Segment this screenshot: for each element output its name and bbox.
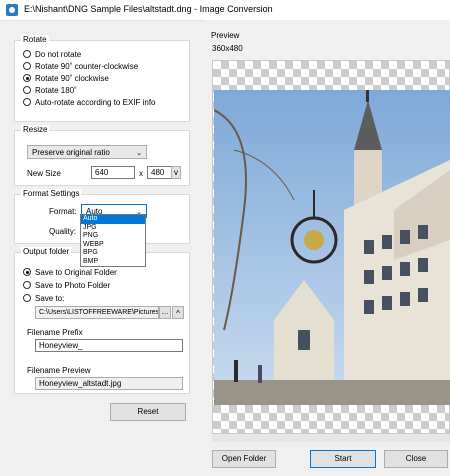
format-dropdown-list[interactable]: Auto JPG PNG WEBP BPG BMP — [80, 214, 146, 267]
radio-label: Do not rotate — [35, 49, 82, 59]
preview-photo-graphic — [214, 90, 450, 405]
save-to-path-input[interactable]: C:\Users\LISTOFFREEWARE\Pictures — [35, 306, 159, 319]
radio-indicator[interactable] — [23, 86, 31, 94]
width-input[interactable]: 640 — [91, 166, 135, 179]
preview-dimensions: 360x480 — [212, 44, 243, 53]
title-bar: E:\Nishant\DNG Sample Files\altstadt.dng… — [0, 0, 450, 21]
format-option-auto[interactable]: Auto — [81, 215, 145, 224]
radio-label: Save to: — [35, 293, 65, 303]
rotate-group-title: Rotate — [21, 35, 49, 44]
radio-save-to[interactable]: Save to: — [23, 293, 64, 303]
size-preset-button[interactable]: v — [171, 166, 181, 179]
window-title: E:\Nishant\DNG Sample Files\altstadt.dng… — [24, 4, 273, 14]
radio-indicator[interactable] — [23, 62, 31, 70]
new-size-label: New Size — [27, 169, 61, 178]
format-group-title: Format Settings — [21, 189, 82, 198]
radio-save-original-folder[interactable]: Save to Original Folder — [23, 267, 117, 277]
image-icon — [6, 4, 18, 16]
size-separator: x — [139, 169, 143, 178]
radio-indicator[interactable] — [23, 294, 31, 302]
radio-label: Auto-rotate according to EXIF info — [35, 97, 156, 107]
rotate-group: Rotate Do not rotate Rotate 90˚ counter-… — [14, 35, 190, 122]
format-option-bpg[interactable]: BPG — [81, 249, 145, 258]
close-button[interactable]: Close — [384, 450, 448, 468]
folder-up-button[interactable]: ^ — [172, 306, 184, 319]
resize-mode-select[interactable]: Preserve original ratio ⌄ — [27, 145, 147, 159]
filename-prefix-input[interactable]: Honeyview_ — [35, 339, 183, 352]
radio-do-not-rotate[interactable]: Do not rotate — [23, 49, 81, 59]
radio-indicator[interactable] — [23, 50, 31, 58]
resize-mode-value: Preserve original ratio — [32, 148, 110, 157]
radio-label: Save to Original Folder — [35, 267, 117, 277]
output-group: Output folder Save to Original Folder Sa… — [14, 247, 190, 394]
preview-title: Preview — [211, 31, 240, 40]
radio-indicator[interactable] — [23, 281, 31, 289]
open-folder-button[interactable]: Open Folder — [212, 450, 276, 468]
resize-group-title: Resize — [21, 125, 50, 134]
radio-indicator[interactable] — [23, 268, 31, 276]
radio-indicator[interactable] — [23, 74, 31, 82]
radio-rotate-cw[interactable]: Rotate 90˚ clockwise — [23, 73, 109, 83]
reset-button[interactable]: Reset — [110, 403, 186, 421]
radio-label: Rotate 180˚ — [35, 85, 77, 95]
radio-label: Save to Photo Folder — [35, 280, 111, 290]
radio-rotate-ccw[interactable]: Rotate 90˚ counter-clockwise — [23, 61, 138, 71]
resize-group: Resize Preserve original ratio ⌄ New Siz… — [14, 125, 190, 186]
radio-label: Rotate 90˚ clockwise — [35, 73, 109, 83]
filename-prefix-label: Filename Prefix — [27, 328, 83, 337]
quality-label: Quality: — [49, 227, 77, 236]
format-option-jpg[interactable]: JPG — [81, 224, 145, 233]
radio-save-photo-folder[interactable]: Save to Photo Folder — [23, 280, 110, 290]
format-option-png[interactable]: PNG — [81, 232, 145, 241]
radio-label: Rotate 90˚ counter-clockwise — [35, 61, 139, 71]
format-label: Format: — [49, 207, 77, 216]
chevron-down-icon: ⌄ — [136, 150, 142, 157]
browse-button[interactable]: ... — [159, 306, 171, 319]
start-button[interactable]: Start — [310, 450, 376, 468]
format-option-webp[interactable]: WEBP — [81, 241, 145, 250]
preview-image — [214, 90, 450, 405]
format-option-bmp[interactable]: BMP — [81, 258, 145, 267]
radio-rotate-180[interactable]: Rotate 180˚ — [23, 85, 77, 95]
filename-preview-field: Honeyview_altstadt.jpg — [35, 377, 183, 390]
radio-auto-rotate-exif[interactable]: Auto-rotate according to EXIF info — [23, 97, 156, 107]
output-group-title: Output folder — [21, 247, 72, 256]
preview-scrollbar[interactable] — [212, 434, 450, 442]
filename-preview-label: Filename Preview — [27, 366, 91, 375]
radio-indicator[interactable] — [23, 98, 31, 106]
